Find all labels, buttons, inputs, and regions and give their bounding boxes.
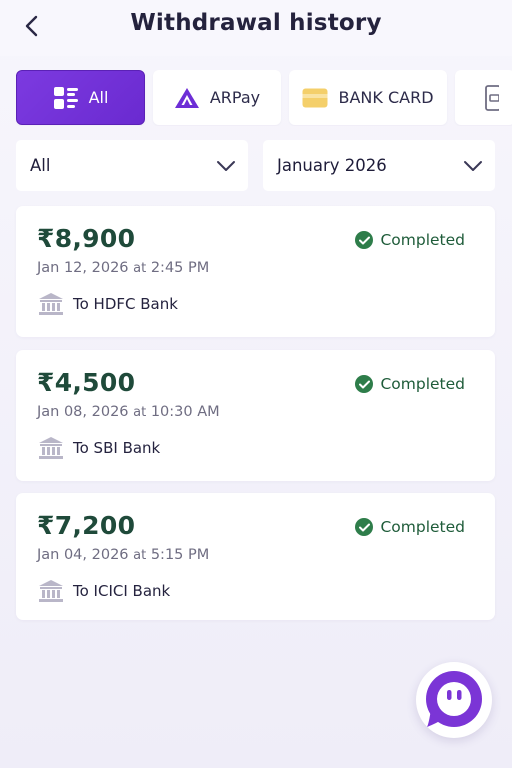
type-filter-dropdown[interactable]: All (16, 140, 248, 191)
withdrawal-date: Jan 04, 2026 (37, 547, 129, 563)
status-badge: Completed (355, 375, 465, 393)
status-text: Completed (380, 231, 465, 249)
tab-bank-card[interactable]: BANK CARD (289, 70, 447, 125)
type-filter-value: All (30, 156, 51, 175)
status-badge: Completed (355, 518, 465, 536)
grid-icon (53, 86, 78, 109)
withdrawal-datetime: Jan 12, 2026 at 2:45 PM (37, 260, 209, 276)
support-chat-button[interactable] (416, 662, 492, 738)
datetime-connector: at (133, 548, 147, 563)
withdrawal-destination: To SBI Bank (38, 436, 160, 460)
tab-label: ARPay (209, 88, 261, 107)
check-circle-icon (355, 375, 374, 393)
page-title: Withdrawal history (130, 10, 382, 36)
withdrawal-destination: To HDFC Bank (38, 292, 178, 316)
withdrawal-datetime: Jan 08, 2026 at 10:30 AM (37, 404, 220, 420)
datetime-connector: at (133, 261, 147, 276)
withdrawal-datetime: Jan 04, 2026 at 5:15 PM (37, 547, 209, 563)
status-text: Completed (380, 375, 465, 393)
check-circle-icon (355, 518, 374, 536)
withdrawal-amount: ₹8,900 (37, 224, 136, 253)
withdrawal-time: 10:30 AM (150, 404, 220, 420)
withdrawal-history-page: Withdrawal history All ARPay BANK CARD A… (0, 0, 512, 768)
tab-more[interactable] (455, 70, 512, 125)
month-filter-value: January 2026 (277, 156, 387, 175)
check-circle-icon (355, 231, 374, 249)
withdrawal-card[interactable]: ₹8,900 Completed Jan 12, 2026 at 2:45 PM… (16, 206, 495, 337)
withdrawal-destination: To ICICI Bank (38, 579, 170, 603)
arpay-logo-icon (174, 87, 199, 108)
month-filter-dropdown[interactable]: January 2026 (263, 140, 495, 191)
status-badge: Completed (355, 231, 465, 249)
tab-label: BANK CARD (338, 88, 434, 107)
bank-name: To SBI Bank (73, 439, 161, 457)
withdrawal-amount: ₹4,500 (37, 368, 136, 397)
bank-icon (39, 293, 63, 315)
withdrawal-date: Jan 08, 2026 (37, 404, 129, 420)
bank-name: To HDFC Bank (73, 295, 178, 313)
chevron-down-icon (464, 160, 482, 171)
datetime-connector: at (133, 405, 147, 420)
bank-icon (39, 437, 63, 459)
tab-arpay[interactable]: ARPay (153, 70, 281, 125)
withdrawal-amount: ₹7,200 (37, 511, 136, 540)
chevron-down-icon (217, 160, 235, 171)
tab-all[interactable]: All (16, 70, 145, 125)
withdrawal-time: 2:45 PM (150, 260, 210, 276)
bank-icon (39, 580, 63, 602)
withdrawal-card[interactable]: ₹7,200 Completed Jan 04, 2026 at 5:15 PM… (16, 493, 495, 620)
wallet-icon (485, 84, 499, 111)
withdrawal-card[interactable]: ₹4,500 Completed Jan 08, 2026 at 10:30 A… (16, 350, 495, 481)
chat-bot-icon (426, 671, 482, 727)
bank-name: To ICICI Bank (73, 582, 171, 600)
method-tabs: All ARPay BANK CARD (16, 70, 512, 126)
card-icon (302, 88, 328, 107)
withdrawal-date: Jan 12, 2026 (37, 260, 129, 276)
top-bar: Withdrawal history (0, 0, 512, 56)
tab-label: All (88, 88, 109, 107)
status-text: Completed (380, 518, 465, 536)
withdrawal-time: 5:15 PM (150, 547, 210, 563)
